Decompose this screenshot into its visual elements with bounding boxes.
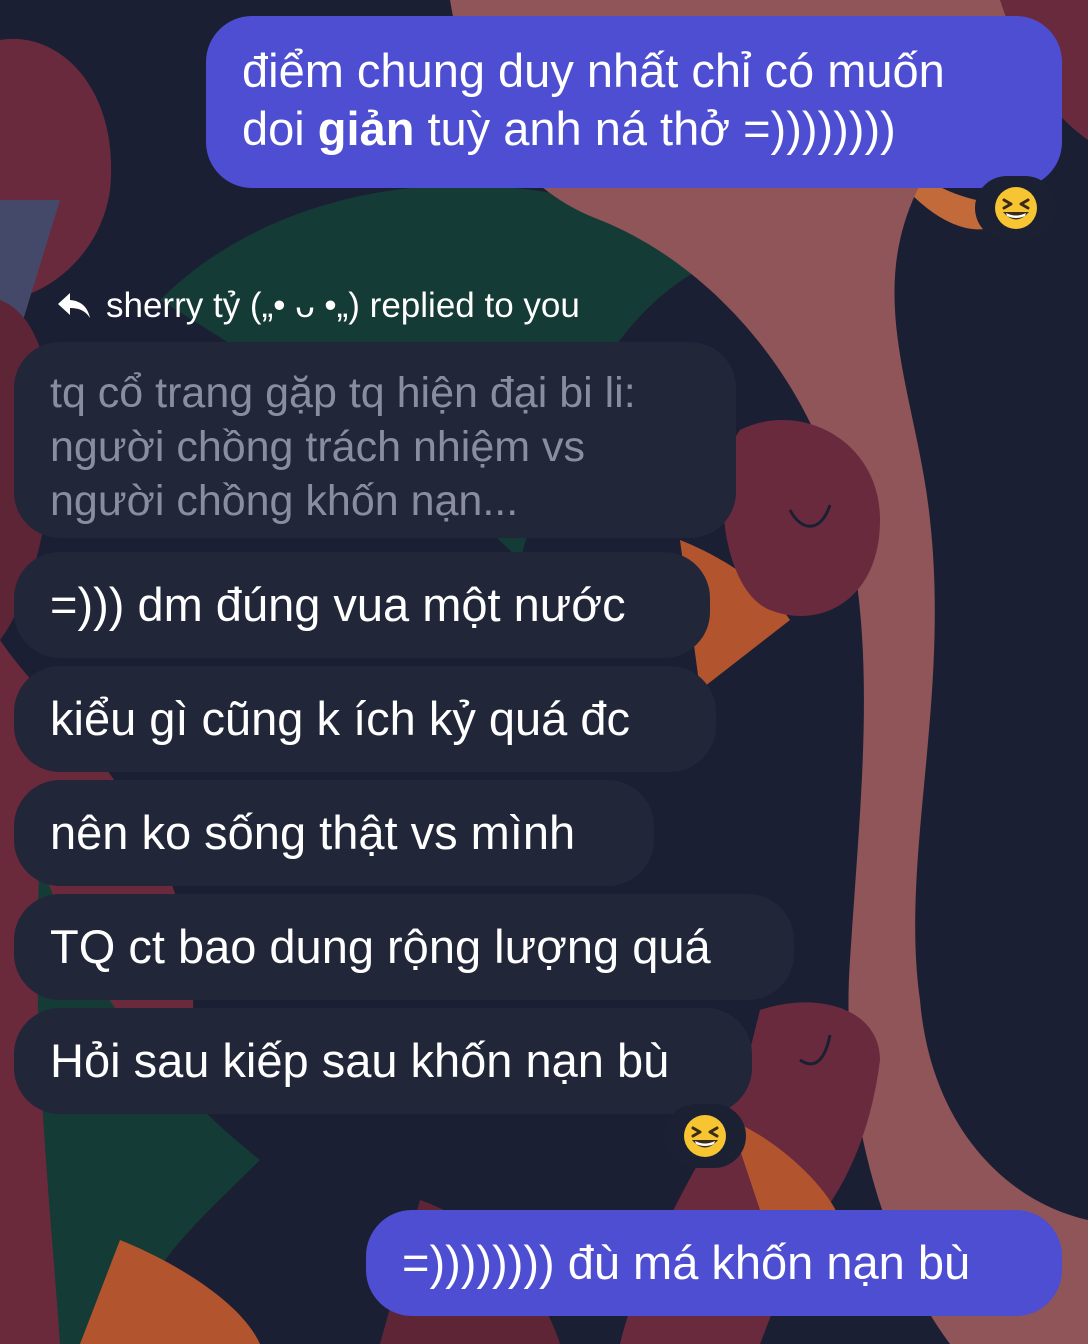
incoming-message-bubble[interactable]: TQ ct bao dung rộng lượng quá — [14, 894, 794, 1000]
chat-screen: điểm chung duy nhất chỉ có muốn doi giản… — [0, 0, 1088, 1344]
message-text: kiểu gì cũng k ích kỷ quá đc — [50, 692, 630, 745]
message-text: =)))))))) đù má khốn nạn bù — [402, 1236, 971, 1289]
message-text: tuỳ anh ná thở =)))))))) — [414, 102, 896, 155]
outgoing-message-bubble[interactable]: =)))))))) đù má khốn nạn bù — [366, 1210, 1062, 1316]
message-text: nên ko sống thật vs mình — [50, 806, 576, 859]
message-reaction[interactable] — [975, 176, 1057, 240]
incoming-message-bubble[interactable]: Hỏi sau kiếp sau khốn nạn bù — [14, 1008, 752, 1114]
incoming-message-bubble[interactable]: nên ko sống thật vs mình — [14, 780, 654, 886]
incoming-message-bubble[interactable]: kiểu gì cũng k ích kỷ quá đc — [14, 666, 716, 772]
message-text: =))) dm đúng vua một nước — [50, 578, 626, 631]
reply-header: sherry tỷ („• ᴗ •„) replied to you — [56, 284, 580, 328]
quoted-message-bubble[interactable]: tq cổ trang gặp tq hiện đại bi li: người… — [14, 342, 736, 538]
quoted-text-line: tq cổ trang gặp tq hiện đại bi li: — [50, 369, 636, 417]
message-text-line: điểm chung duy nhất chỉ có muốn — [242, 44, 945, 97]
outgoing-message-bubble[interactable]: điểm chung duy nhất chỉ có muốn doi giản… — [206, 16, 1062, 188]
message-text: TQ ct bao dung rộng lượng quá — [50, 920, 711, 973]
incoming-message-bubble[interactable]: =))) dm đúng vua một nước — [14, 552, 710, 658]
grinning-squinting-face-icon — [995, 187, 1037, 229]
quoted-text-line: người chồng khốn nạn... — [50, 477, 519, 525]
message-text: Hỏi sau kiếp sau khốn nạn bù — [50, 1034, 670, 1087]
reply-header-text: sherry tỷ („• ᴗ •„) replied to you — [106, 286, 580, 325]
grinning-squinting-face-icon — [684, 1115, 726, 1157]
reply-arrow-icon — [58, 293, 90, 318]
message-text-line: doi giản tuỳ anh ná thở =)))))))) — [242, 100, 1026, 158]
quoted-text-line: người chồng trách nhiệm vs — [50, 423, 586, 471]
message-reaction[interactable] — [664, 1104, 746, 1168]
message-bold-text: giản — [317, 102, 415, 155]
message-text: doi — [242, 102, 318, 155]
